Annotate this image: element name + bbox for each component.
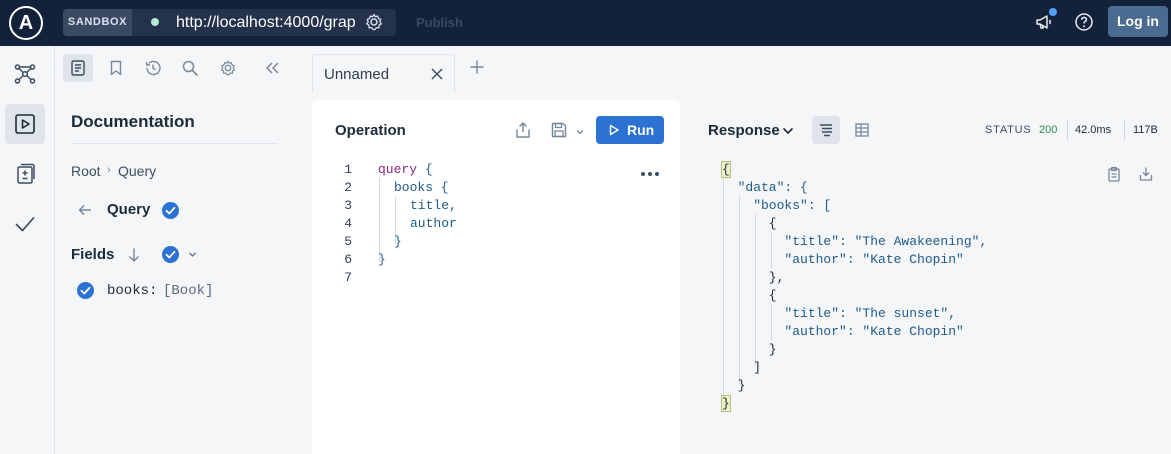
json-line[interactable]: { [721, 161, 731, 178]
json-line[interactable]: ] [722, 360, 761, 375]
code-line[interactable]: query { [378, 162, 433, 177]
operation-panel: Operation Run 1 2 3 4 5 6 7 query { book… [312, 100, 680, 454]
nav-explorer-play-icon[interactable] [5, 104, 45, 144]
endpoint-bar: SANDBOX http://localhost:4000/graphql [63, 9, 396, 36]
search-icon[interactable] [175, 54, 205, 82]
field-books-name[interactable]: books: [107, 283, 157, 299]
connection-settings-gear-icon[interactable] [364, 12, 384, 32]
current-type-name: Query [107, 201, 151, 218]
breadcrumb-query[interactable]: Query [118, 163, 156, 179]
indent-guide [379, 178, 380, 262]
line-number: 6 [344, 252, 352, 267]
tab-unnamed[interactable]: Unnamed [312, 54, 455, 93]
line-number: 5 [344, 234, 352, 249]
field-books-check-icon[interactable] [77, 282, 94, 299]
sandbox-badge: SANDBOX [63, 9, 132, 36]
divider [71, 143, 278, 144]
json-line[interactable]: "author": "Kate Chopin" [722, 324, 963, 339]
json-line[interactable]: "data": { [722, 180, 808, 195]
response-time: 42.0ms [1075, 124, 1112, 136]
code-line[interactable]: title, [410, 198, 457, 213]
breadcrumb-separator-icon: › [107, 164, 111, 176]
save-options-chevron-down-icon[interactable] [575, 127, 585, 137]
json-view-lines-icon[interactable] [812, 116, 840, 144]
code-line[interactable]: } [378, 252, 386, 267]
nav-checks-checkmark-icon[interactable] [5, 204, 45, 244]
line-number: 3 [344, 198, 352, 213]
download-icon[interactable] [1138, 166, 1154, 182]
response-title[interactable]: Response [708, 122, 780, 139]
table-view-grid-icon[interactable] [848, 116, 876, 144]
publish-button[interactable]: Publish [416, 15, 463, 30]
endpoint-url-input[interactable]: http://localhost:4000/graphql [176, 13, 356, 33]
line-number: 4 [344, 216, 352, 231]
share-upload-icon[interactable] [514, 121, 532, 139]
json-line[interactable]: }, [722, 270, 785, 285]
documentation-title: Documentation [71, 112, 195, 131]
code-line[interactable]: author [410, 216, 457, 231]
play-icon [608, 124, 620, 136]
response-size: 117B [1133, 124, 1158, 136]
more-options-dots-icon[interactable] [640, 171, 660, 177]
back-arrow-icon[interactable] [77, 202, 93, 218]
code-keyword: query [378, 162, 418, 177]
json-line[interactable]: "title": "The Awakeening", [722, 234, 987, 249]
select-options-chevron-down-icon[interactable] [188, 250, 197, 259]
json-line[interactable]: { [722, 288, 777, 303]
help-icon[interactable] [1074, 12, 1094, 32]
collections-bookmark-icon[interactable] [101, 54, 131, 82]
nav-schema-graph-icon[interactable] [5, 54, 45, 94]
code-line[interactable]: books { [394, 180, 449, 195]
nav-changes-diff-icon[interactable] [5, 154, 45, 194]
json-line[interactable]: "author": "Kate Chopin" [722, 252, 963, 267]
left-navigation [0, 46, 55, 454]
collapse-sidebar-chevrons-icon[interactable] [257, 54, 287, 82]
response-panel: Response STATUS 200 42.0ms 117B { "data"… [680, 100, 1171, 454]
connection-status-dot [151, 18, 159, 26]
response-chevron-down-icon[interactable] [781, 124, 795, 138]
apollo-logo-icon[interactable]: A [9, 6, 43, 40]
json-bracket: } [721, 395, 731, 412]
field-books-type[interactable]: [Book] [163, 283, 213, 299]
log-in-button[interactable]: Log in [1108, 6, 1168, 37]
documentation-book-icon[interactable] [63, 54, 93, 82]
save-floppy-icon[interactable] [550, 121, 568, 139]
json-line[interactable]: "title": "The sunset", [722, 306, 956, 321]
run-label: Run [627, 122, 655, 138]
select-all-fields-check-icon[interactable] [162, 246, 179, 263]
close-tab-icon[interactable] [430, 67, 444, 81]
breadcrumb-root[interactable]: Root [71, 163, 101, 179]
json-line[interactable]: "books": [ [722, 198, 831, 213]
code-line[interactable]: } [394, 234, 402, 249]
copy-clipboard-icon[interactable] [1106, 166, 1122, 182]
status-code: 200 [1039, 124, 1058, 136]
query-selected-check-icon[interactable] [162, 202, 179, 219]
line-number: 1 [344, 162, 352, 177]
status-label: STATUS [985, 124, 1032, 136]
line-number: 2 [344, 180, 352, 195]
operation-title: Operation [335, 122, 406, 139]
top-bar: A SANDBOX http://localhost:4000/graphql … [0, 0, 1171, 46]
logo-letter: A [18, 12, 34, 34]
divider [1067, 120, 1068, 140]
sort-arrow-down-icon[interactable] [127, 247, 141, 263]
history-icon[interactable] [138, 54, 168, 82]
json-line[interactable]: } [722, 342, 777, 357]
divider [1124, 120, 1125, 140]
run-button[interactable]: Run [596, 116, 664, 144]
json-line[interactable]: } [722, 378, 746, 393]
line-number: 7 [344, 270, 352, 285]
notification-dot [1049, 8, 1057, 16]
tab-label: Unnamed [324, 66, 390, 83]
json-line[interactable]: } [721, 395, 731, 412]
code-text: { [417, 162, 433, 177]
add-tab-plus-icon[interactable] [469, 59, 485, 75]
settings-gear-icon[interactable] [213, 54, 243, 82]
json-line[interactable]: { [722, 216, 777, 231]
fields-heading: Fields [71, 246, 115, 263]
documentation-panel: Documentation Root › Query Query Fields … [55, 100, 311, 454]
json-bracket: { [721, 161, 731, 178]
